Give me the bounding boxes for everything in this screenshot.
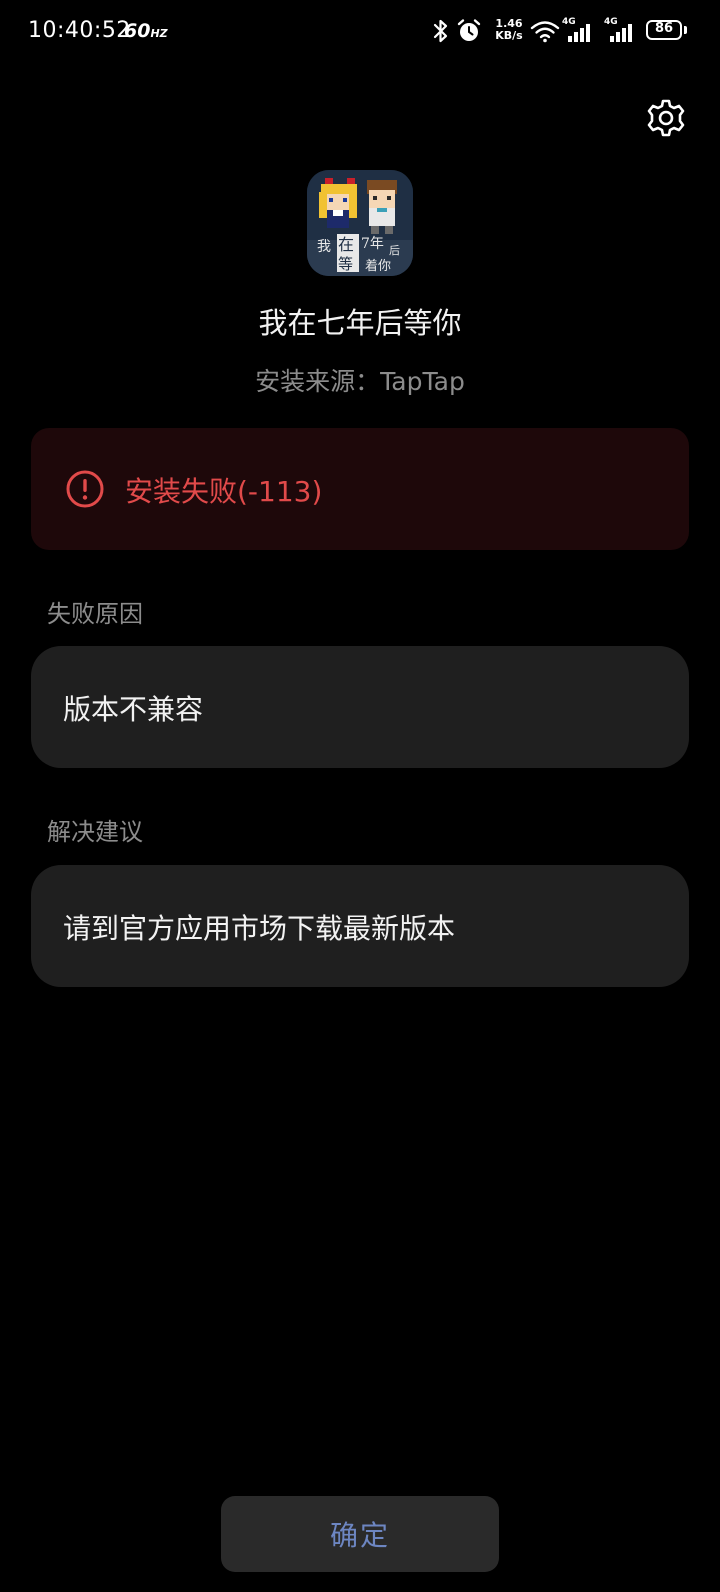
suggestion-text: 请到官方应用市场下载最新版本 bbox=[63, 912, 456, 945]
game-artwork: 我 在 7年 后 等 着你 bbox=[307, 170, 413, 276]
icon-title-char-6: 着你 bbox=[365, 258, 391, 274]
failure-reason-card: 版本不兼容 bbox=[31, 646, 689, 768]
net-speed-unit: KB/s bbox=[495, 29, 523, 42]
icon-title-char-1: 我 bbox=[317, 239, 331, 255]
net-speed: 1.46 KB/s bbox=[492, 18, 526, 42]
signal-icon bbox=[610, 24, 632, 42]
suggestion-card: 请到官方应用市场下载最新版本 bbox=[31, 865, 689, 987]
battery-level: 86 bbox=[654, 21, 674, 36]
app-icon: 我 在 7年 后 等 着你 bbox=[307, 170, 413, 276]
confirm-button[interactable]: 确定 bbox=[221, 1496, 499, 1572]
failure-reason-label: 失败原因 bbox=[47, 600, 143, 628]
refresh-rate: 60HZ bbox=[124, 20, 168, 42]
error-banner: 安装失败(-113) bbox=[31, 428, 689, 550]
refresh-rate-value: 60 bbox=[124, 20, 151, 42]
status-time: 10:40:52 bbox=[28, 18, 131, 43]
alarm-icon bbox=[457, 19, 481, 41]
error-message: 安装失败(-113) bbox=[125, 475, 323, 508]
status-bar: 10:40:52 60HZ 1.46 KB/s 4G 4G 86 bbox=[0, 0, 720, 64]
suggestion-label: 解决建议 bbox=[47, 818, 143, 846]
icon-title-char-4: 后 bbox=[389, 244, 400, 257]
icon-title-char-3: 7年 bbox=[361, 236, 384, 252]
failure-reason-text: 版本不兼容 bbox=[63, 693, 204, 726]
icon-title-char-5: 等 bbox=[338, 255, 353, 273]
wifi-icon bbox=[530, 21, 560, 43]
battery-icon: 86 bbox=[646, 20, 682, 40]
icon-title-char-2: 在 bbox=[338, 235, 354, 254]
battery-tip bbox=[684, 26, 687, 34]
install-source: 安装来源：TapTap bbox=[255, 367, 465, 396]
settings-button[interactable] bbox=[644, 96, 688, 140]
signal-icon bbox=[568, 24, 590, 42]
refresh-rate-unit: HZ bbox=[150, 27, 168, 40]
app-name: 我在七年后等你 bbox=[258, 306, 462, 340]
exclamation-circle-icon bbox=[66, 470, 104, 508]
bluetooth-icon bbox=[433, 19, 448, 43]
gear-icon bbox=[647, 99, 685, 137]
